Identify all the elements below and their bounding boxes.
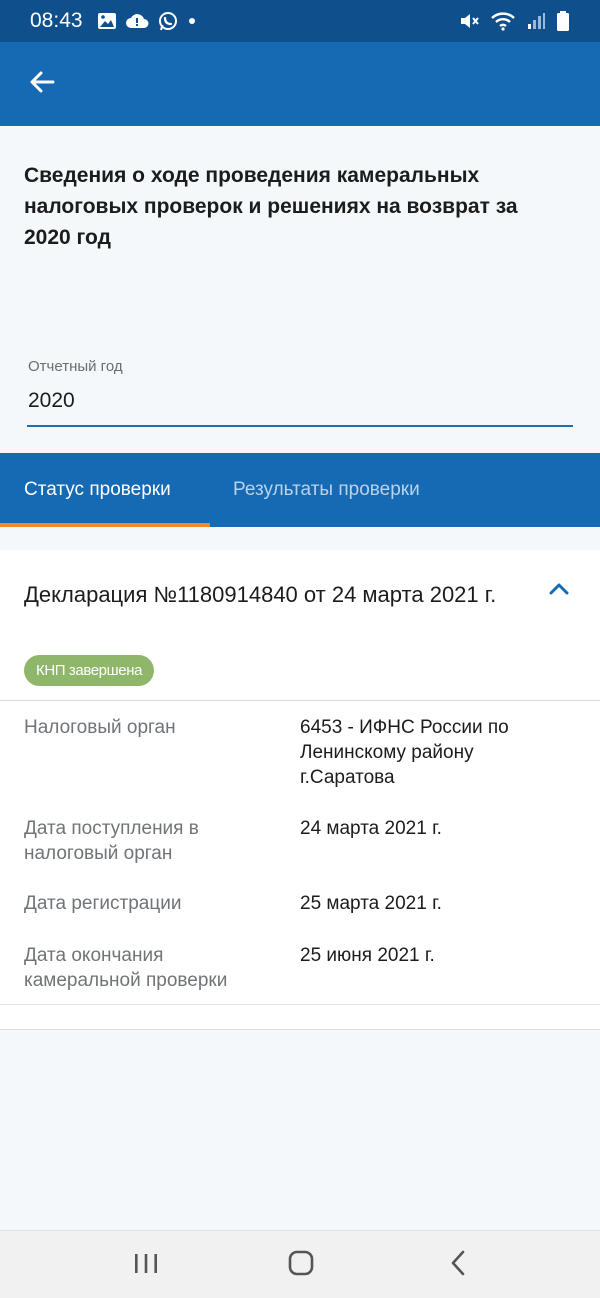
- status-notifications: [97, 10, 197, 32]
- divider: [0, 1004, 600, 1005]
- mute-icon: [458, 11, 480, 31]
- row-label-registration-date: Дата регистрации: [24, 893, 182, 914]
- declaration-card: Декларация №1180914840 от 24 марта 2021 …: [0, 550, 600, 1030]
- back-button[interactable]: [20, 62, 64, 106]
- row-value-end-date: 25 июня 2021 г.: [300, 945, 435, 966]
- system-nav-bar: [0, 1230, 600, 1298]
- row-value-registration-date: 25 марта 2021 г.: [300, 893, 442, 914]
- status-system-icons: [458, 10, 570, 32]
- system-back-button[interactable]: [428, 1245, 488, 1285]
- arrow-left-icon: [28, 68, 56, 101]
- collapse-button[interactable]: [544, 580, 574, 602]
- home-button[interactable]: [271, 1245, 331, 1285]
- report-year-label: Отчетный год: [28, 358, 123, 375]
- divider: [0, 700, 600, 701]
- app-bar: [0, 42, 600, 126]
- row-label-tax-authority: Налоговый орган: [24, 717, 176, 738]
- row-label-receipt-date: Дата поступления в налоговый орган: [24, 818, 199, 864]
- chevron-left-icon: [450, 1250, 466, 1281]
- cloud-alert-icon: [125, 12, 149, 30]
- signal-icon: [526, 12, 546, 30]
- status-badge: КНП завершена: [24, 655, 155, 686]
- tab-status[interactable]: Статус проверки: [0, 453, 210, 527]
- whatsapp-icon: [157, 10, 179, 32]
- recent-apps-button[interactable]: [116, 1245, 176, 1285]
- row-value-receipt-date: 24 марта 2021 г.: [300, 818, 442, 839]
- page-title: Сведения о ходе проведения камеральных н…: [24, 164, 518, 249]
- report-year-input[interactable]: [27, 384, 573, 427]
- status-time: 08:43: [30, 9, 83, 32]
- home-icon: [288, 1250, 314, 1281]
- recent-apps-icon: [133, 1252, 159, 1279]
- row-value-tax-authority: 6453 - ИФНС России по Ленинскому району …: [300, 717, 509, 788]
- image-icon: [97, 12, 117, 30]
- chevron-up-icon: [548, 582, 570, 601]
- tab-results[interactable]: Результаты проверки: [233, 453, 420, 527]
- declaration-title: Декларация №1180914840 от 24 марта 2021 …: [24, 582, 497, 607]
- row-label-end-date: Дата окончания камеральной проверки: [24, 945, 228, 991]
- status-bar: 08:43: [0, 0, 600, 42]
- tab-indicator: [0, 523, 210, 527]
- tab-bar: Статус проверки Результаты проверки: [0, 453, 600, 527]
- dot-icon: [187, 16, 197, 26]
- battery-icon: [556, 10, 570, 32]
- wifi-icon: [490, 11, 516, 31]
